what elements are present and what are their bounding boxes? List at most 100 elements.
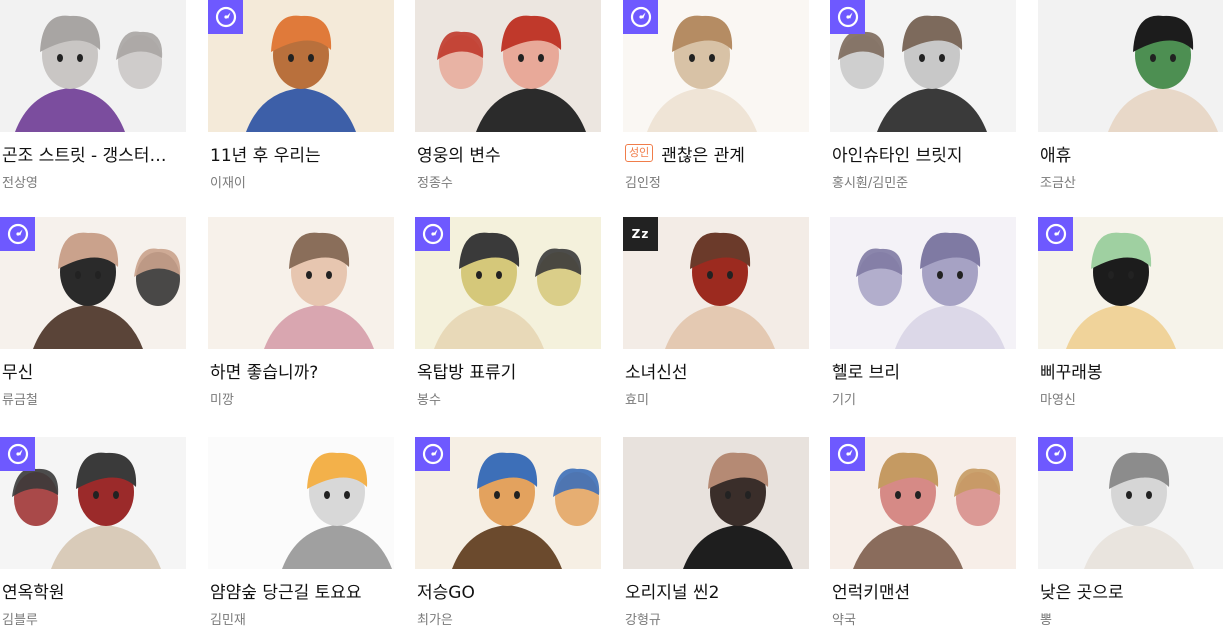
webtoon-title-row: 소녀신선 [625,358,809,383]
rest-badge: Zz [623,217,658,251]
webtoon-title-row: 얌얌숲 당근길 토요요 [210,578,394,603]
webtoon-author: 마영신 [1040,393,1076,408]
webtoon-title[interactable]: 언럭키맨션 [832,578,910,603]
webtoon-title-row: 성인 괜찮은 관계 [625,141,809,165]
timer-icon [837,443,858,465]
webtoon-author: 김블루 [2,613,38,628]
webtoon-author: 조금산 [1040,176,1076,191]
webtoon-title-row: 아인슈타인 브릿지 [832,141,1016,166]
webtoon-card[interactable]: 11년 후 우리는 이재이 [208,0,394,200]
wait-free-badge [830,0,865,34]
webtoon-title-row: 헬로 브리 [832,358,1016,383]
wait-free-badge [415,437,450,471]
webtoon-author: 전상영 [2,176,38,191]
adult-badge: 성인 [625,144,654,162]
webtoon-card[interactable]: 낮은 곳으로뽕 [1038,437,1223,633]
webtoon-thumbnail[interactable] [830,217,1016,349]
webtoon-card[interactable]: 얌얌숲 당근길 토요요김민재 [208,437,394,633]
thumbnail-illustration [623,437,809,569]
webtoon-thumbnail[interactable] [623,437,809,569]
webtoon-author: 미깡 [210,393,234,408]
webtoon-title[interactable]: 오리지널 씬2 [625,578,719,603]
thumbnail-illustration [208,217,394,349]
webtoon-author: 김인정 [625,176,661,191]
webtoon-title[interactable]: 괜찮은 관계 [661,141,745,166]
webtoon-card[interactable]: 성인 괜찮은 관계 김인정 [623,0,809,200]
webtoon-author: 효미 [625,393,649,408]
webtoon-title[interactable]: 옥탑방 표류기 [417,358,516,383]
wait-free-badge [830,437,865,471]
timer-icon [7,223,28,245]
wait-free-badge [208,0,243,34]
webtoon-card[interactable]: 애휴조금산 [1038,0,1223,200]
webtoon-title[interactable]: 11년 후 우리는 [210,141,321,166]
webtoon-title[interactable]: 영웅의 변수 [417,141,501,166]
webtoon-thumbnail[interactable] [1038,0,1223,132]
timer-icon [7,443,28,465]
webtoon-thumbnail[interactable] [415,0,601,132]
webtoon-card[interactable]: 아인슈타인 브릿지 홍시훤/김민준 [830,0,1016,200]
webtoon-thumbnail[interactable]: Zz [623,217,809,349]
webtoon-title-row: 무신 [2,358,186,383]
webtoon-thumbnail[interactable] [1038,437,1223,569]
webtoon-author: 기기 [832,393,856,408]
wait-free-badge [1038,217,1073,251]
webtoon-thumbnail[interactable] [1038,217,1223,349]
webtoon-thumbnail[interactable] [415,217,601,349]
wait-free-badge [1038,437,1073,471]
webtoon-title[interactable]: 애휴 [1040,141,1071,166]
webtoon-thumbnail[interactable] [208,0,394,132]
webtoon-title-row: 삐꾸래봉 [1040,358,1223,383]
thumbnail-illustration [0,0,186,132]
webtoon-title-row: 11년 후 우리는 [210,141,394,166]
wait-free-badge [415,217,450,251]
webtoon-title-row: 낮은 곳으로 [1040,578,1223,603]
webtoon-author: 뽕 [1040,613,1052,628]
webtoon-title[interactable]: 하면 좋습니까? [210,358,318,383]
webtoon-title[interactable]: 연옥학원 [2,578,65,603]
webtoon-card[interactable]: 헬로 브리기기 [830,217,1016,417]
webtoon-card[interactable]: 옥탑방 표류기 봉수 [415,217,601,417]
webtoon-title-row: 연옥학원 [2,578,186,603]
webtoon-card[interactable]: 연옥학원김블루 [0,437,186,633]
webtoon-card[interactable]: 하면 좋습니까? 미깡 [208,217,394,417]
webtoon-card[interactable]: 삐꾸래봉마영신 [1038,217,1223,417]
webtoon-title-row: 오리지널 씬2 [625,578,809,603]
webtoon-card[interactable]: 무신 류금철 [0,217,186,417]
webtoon-author: 약국 [832,613,856,628]
webtoon-thumbnail[interactable] [830,437,1016,569]
webtoon-title[interactable]: 낮은 곳으로 [1040,578,1124,603]
webtoon-title[interactable]: 곤조 스트릿 - 갱스터… [2,141,166,166]
webtoon-thumbnail[interactable] [623,0,809,132]
webtoon-card[interactable]: 언럭키맨션약국 [830,437,1016,633]
webtoon-card[interactable]: 저승GO 최가은 [415,437,601,633]
webtoon-grid: 곤조 스트릿 - 갱스터… 전상영 11년 후 우리는 이재이 영웅의 변수 정종수 성인 괜… [0,0,1223,633]
webtoon-author: 김민재 [210,613,246,628]
thumbnail-illustration [415,0,601,132]
webtoon-thumbnail[interactable] [0,437,186,569]
webtoon-thumbnail[interactable] [830,0,1016,132]
webtoon-title[interactable]: 무신 [2,358,33,383]
timer-icon [1045,443,1066,465]
webtoon-title[interactable]: 삐꾸래봉 [1040,358,1103,383]
webtoon-thumbnail[interactable] [208,437,394,569]
timer-icon [422,443,443,465]
webtoon-title[interactable]: 얌얌숲 당근길 토요요 [210,578,362,603]
timer-icon [837,6,858,28]
webtoon-thumbnail[interactable] [0,217,186,349]
webtoon-card[interactable]: Zz 소녀신선효미 [623,217,809,417]
webtoon-author: 강형규 [625,613,661,628]
thumbnail-illustration [830,217,1016,349]
webtoon-title[interactable]: 저승GO [417,578,475,603]
webtoon-title[interactable]: 아인슈타인 브릿지 [832,141,963,166]
webtoon-author: 정종수 [417,176,453,191]
webtoon-card[interactable]: 영웅의 변수정종수 [415,0,601,200]
webtoon-card[interactable]: 곤조 스트릿 - 갱스터… 전상영 [0,0,186,200]
webtoon-thumbnail[interactable] [208,217,394,349]
webtoon-thumbnail[interactable] [0,0,186,132]
wait-free-badge [0,217,35,251]
webtoon-title[interactable]: 소녀신선 [625,358,688,383]
webtoon-title[interactable]: 헬로 브리 [832,358,900,383]
webtoon-thumbnail[interactable] [415,437,601,569]
webtoon-card[interactable]: 오리지널 씬2 강형규 [623,437,809,633]
